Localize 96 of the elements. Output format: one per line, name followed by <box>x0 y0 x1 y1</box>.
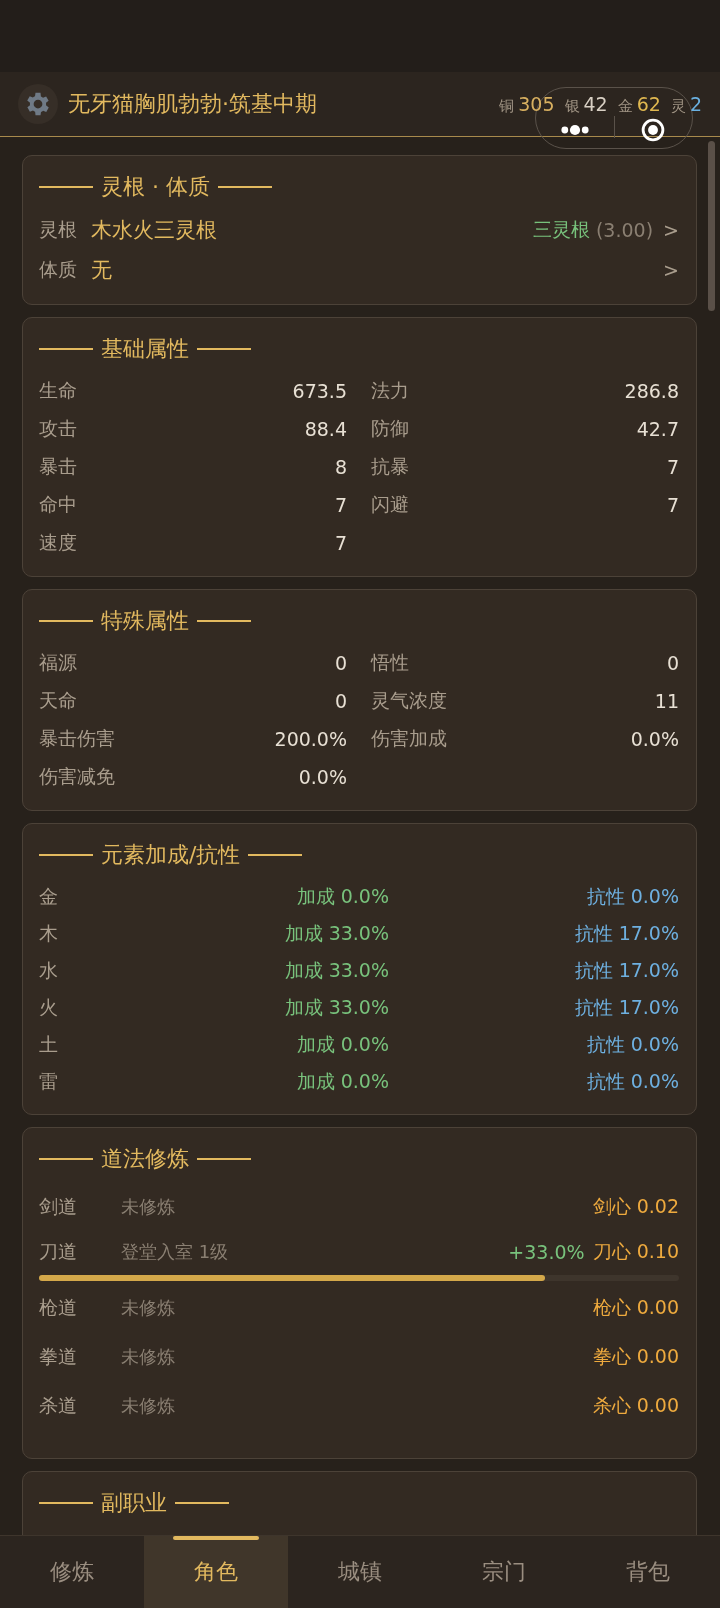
dao-value: 杀心 0.00 <box>592 1392 679 1418</box>
currency-amount: 2 <box>689 92 702 115</box>
character-title: 无牙猫胸肌勃勃·筑基中期 <box>68 90 318 118</box>
currency-label: 金 <box>617 96 633 116</box>
row-value: 木水火三灵根 <box>91 217 217 244</box>
section-title: 副职业 <box>101 1489 167 1517</box>
currency-amount: 42 <box>583 92 608 115</box>
stat-label: 伤害减免 <box>39 764 115 789</box>
dao-name: 枪道 <box>39 1294 78 1320</box>
currency-label: 银 <box>564 96 580 116</box>
arrow-link[interactable]: > <box>663 219 679 241</box>
stat-value: 0 <box>334 652 347 674</box>
element-bonus: 加成 33.0% <box>283 994 389 1020</box>
dao-status: 未修炼 <box>121 1344 175 1369</box>
element-label: 雷 <box>39 1068 59 1094</box>
stat-value: 8 <box>334 456 347 478</box>
dao-value: 剑心 0.02 <box>592 1193 679 1219</box>
element-resist: 抗性 0.0% <box>586 1031 679 1057</box>
stat-value: 0 <box>334 690 347 712</box>
dao-name: 刀道 <box>39 1239 78 1264</box>
stat-label: 悟性 <box>371 650 409 675</box>
element-resist: 抗性 0.0% <box>586 1068 679 1094</box>
dao-value: 拳心 0.00 <box>592 1343 679 1369</box>
stat-label: 攻击 <box>39 416 77 441</box>
dao-name: 拳道 <box>39 1343 78 1369</box>
stat-label: 伤害加成 <box>371 726 447 751</box>
stat-label: 法力 <box>371 378 409 403</box>
target-icon <box>641 118 666 142</box>
dao-status: 未修炼 <box>121 1194 175 1219</box>
stat-value: 286.8 <box>624 380 679 402</box>
section-title: 道法修炼 <box>101 1145 189 1173</box>
stat-label: 暴击 <box>39 454 77 479</box>
element-label: 木 <box>39 920 59 946</box>
stat-label: 福源 <box>39 650 77 675</box>
section-title: 元素加成/抗性 <box>101 841 241 869</box>
element-bonus: 加成 0.0% <box>295 883 389 909</box>
element-label: 火 <box>39 994 59 1020</box>
stat-label: 生命 <box>39 378 77 403</box>
element-bonus: 加成 0.0% <box>295 1031 389 1057</box>
stat-value: 7 <box>666 494 679 516</box>
row-value: 无 <box>91 257 112 284</box>
stat-value: 42.7 <box>636 418 679 440</box>
stat-value: 88.4 <box>304 418 347 440</box>
dao-value: 刀心 0.10 <box>592 1239 679 1264</box>
currency-label: 铜 <box>499 96 515 116</box>
stat-value: 0.0% <box>298 766 347 788</box>
element-resist: 抗性 0.0% <box>586 883 679 909</box>
element-resist: 抗性 17.0% <box>574 994 679 1020</box>
settings-button[interactable] <box>18 84 58 124</box>
stat-label: 抗暴 <box>371 454 409 479</box>
dao-value: 枪心 0.00 <box>592 1294 679 1320</box>
root-tag: 三灵根 <box>532 217 590 243</box>
stat-value: 0 <box>666 652 679 674</box>
nav-tab[interactable]: 角色 <box>144 1536 288 1608</box>
dao-status: 未修炼 <box>121 1295 175 1320</box>
stat-value: 673.5 <box>292 380 347 402</box>
stat-value: 7 <box>334 494 347 516</box>
element-resist: 抗性 17.0% <box>574 957 679 983</box>
stat-value: 200.0% <box>274 728 347 750</box>
nav-tab[interactable]: 修炼 <box>0 1536 144 1608</box>
currency-amount: 62 <box>636 92 661 115</box>
section-title: 基础属性 <box>101 335 189 363</box>
stat-value: 7 <box>334 532 347 554</box>
stat-label: 防御 <box>371 416 409 441</box>
stat-label: 天命 <box>39 688 77 713</box>
root-score: (3.00) <box>595 219 654 241</box>
element-bonus: 加成 33.0% <box>283 957 389 983</box>
stat-label: 暴击伤害 <box>39 726 115 751</box>
stat-value: 7 <box>666 456 679 478</box>
row-label: 灵根 <box>39 217 77 242</box>
stat-label: 闪避 <box>371 492 409 517</box>
element-bonus: 加成 0.0% <box>295 1068 389 1094</box>
stat-value: 0.0% <box>630 728 679 750</box>
row-label: 体质 <box>39 257 77 282</box>
nav-tab[interactable]: 背包 <box>576 1536 720 1608</box>
currency-label: 灵 <box>670 96 686 116</box>
currency-amount: 305 <box>518 92 555 115</box>
element-label: 土 <box>39 1031 59 1057</box>
section-title: 特殊属性 <box>101 607 189 635</box>
dao-status: 登堂入室 1级 <box>121 1240 229 1264</box>
stat-label: 速度 <box>39 530 77 555</box>
nav-tab[interactable]: 宗门 <box>432 1536 576 1608</box>
dao-name: 剑道 <box>39 1193 78 1219</box>
stat-label: 命中 <box>39 492 77 517</box>
element-label: 金 <box>39 883 59 909</box>
arrow-link[interactable]: > <box>663 259 679 281</box>
nav-tab[interactable]: 城镇 <box>288 1536 432 1608</box>
element-bonus: 加成 33.0% <box>283 920 389 946</box>
section-title: 灵根 · 体质 <box>101 173 210 201</box>
element-label: 水 <box>39 957 59 983</box>
dao-bonus: +33.0% <box>508 1241 585 1263</box>
stat-value: 11 <box>654 690 679 712</box>
dao-status: 未修炼 <box>121 1393 175 1418</box>
element-resist: 抗性 17.0% <box>574 920 679 946</box>
dao-name: 杀道 <box>39 1392 78 1418</box>
stat-label: 灵气浓度 <box>371 688 447 713</box>
